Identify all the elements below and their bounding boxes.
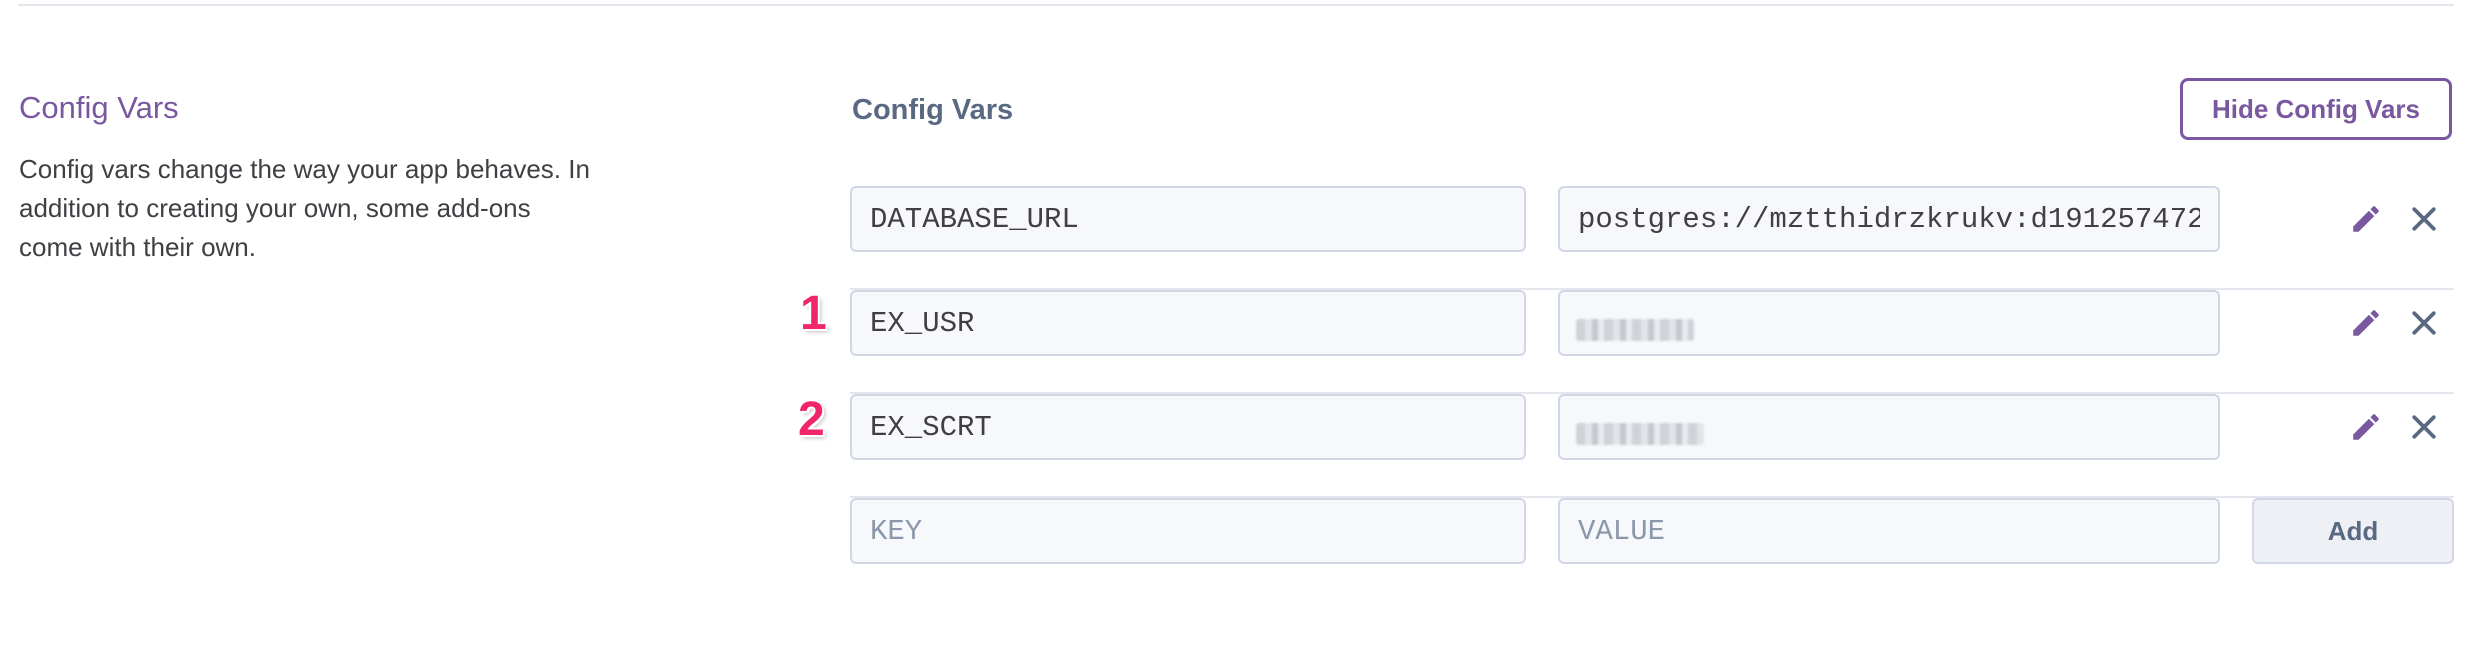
add-button[interactable]: Add bbox=[2252, 498, 2454, 564]
config-var-row bbox=[850, 394, 2454, 498]
close-icon[interactable] bbox=[2404, 199, 2444, 239]
top-divider bbox=[18, 4, 2454, 6]
pencil-icon[interactable] bbox=[2346, 407, 2386, 447]
new-config-var-row: Add bbox=[850, 498, 2454, 602]
hide-config-vars-button[interactable]: Hide Config Vars bbox=[2180, 78, 2452, 140]
section-title: Config Vars bbox=[19, 90, 179, 125]
close-icon[interactable] bbox=[2404, 303, 2444, 343]
config-var-key-field[interactable] bbox=[850, 290, 1526, 356]
config-var-value-field[interactable] bbox=[1558, 186, 2220, 252]
new-value-input[interactable] bbox=[1558, 498, 2220, 564]
close-icon[interactable] bbox=[2404, 407, 2444, 447]
pencil-icon[interactable] bbox=[2346, 303, 2386, 343]
panel-title: Config Vars bbox=[852, 94, 1014, 126]
config-var-key-field[interactable] bbox=[850, 186, 1526, 252]
config-var-row bbox=[850, 186, 2454, 290]
masked-value bbox=[1576, 319, 1694, 341]
annotation-number: 1 bbox=[800, 287, 827, 340]
config-var-key-field[interactable] bbox=[850, 394, 1526, 460]
annotation-number: 2 bbox=[798, 393, 825, 446]
config-var-value-field[interactable] bbox=[1558, 394, 2220, 460]
config-var-value-field[interactable] bbox=[1558, 290, 2220, 356]
config-var-row bbox=[850, 290, 2454, 394]
new-key-input[interactable] bbox=[850, 498, 1526, 564]
section-description: Config vars change the way your app beha… bbox=[19, 154, 590, 262]
pencil-icon[interactable] bbox=[2346, 199, 2386, 239]
masked-value bbox=[1576, 423, 1704, 445]
